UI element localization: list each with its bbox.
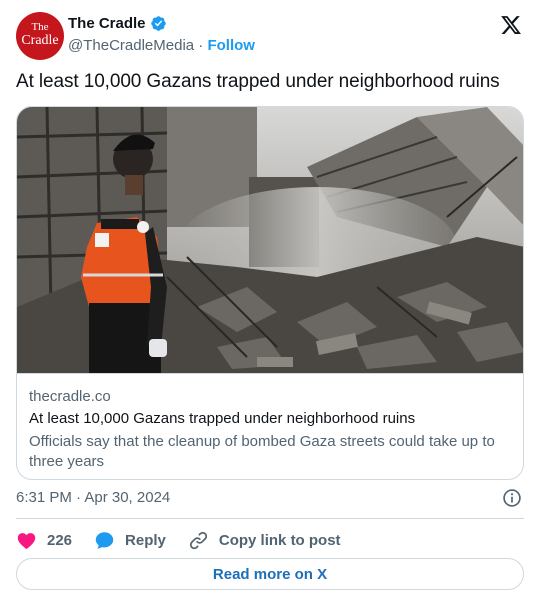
link-preview-card[interactable]: thecradle.co At least 10,000 Gazans trap… — [16, 106, 524, 480]
post-text: At least 10,000 Gazans trapped under nei… — [16, 71, 500, 92]
heart-icon — [17, 532, 36, 549]
follow-button[interactable]: Follow — [207, 37, 255, 54]
like-count: 226 — [47, 531, 73, 549]
info-icon[interactable] — [502, 488, 522, 508]
post-timestamp[interactable]: 6:31 PM · Apr 30, 2024 — [16, 489, 170, 506]
embedded-post: The Cradle The Cradle @TheCradleMedia · … — [0, 0, 540, 606]
reply-bubble-icon — [95, 531, 114, 549]
name-row: The Cradle — [68, 15, 167, 32]
copy-link-label: Copy link to post — [218, 531, 341, 549]
link-preview-meta: thecradle.co At least 10,000 Gazans trap… — [17, 373, 523, 479]
link-title: At least 10,000 Gazans trapped under nei… — [29, 410, 416, 427]
verified-badge-icon — [150, 16, 166, 31]
display-name[interactable]: The Cradle — [68, 15, 146, 32]
link-description: Officials say that the cleanup of bombed… — [29, 433, 495, 470]
avatar-text-line2: Cradle — [21, 33, 59, 48]
divider — [16, 518, 524, 519]
x-logo-icon[interactable] — [500, 14, 522, 36]
action-bar: 226 Reply Copy link to post — [16, 528, 363, 552]
rubble-photo-icon — [17, 107, 523, 373]
reply-button[interactable]: Reply — [94, 530, 166, 551]
avatar[interactable]: The Cradle — [16, 12, 64, 60]
separator: · — [198, 37, 204, 54]
like-button[interactable]: 226 — [16, 530, 72, 551]
link-domain: thecradle.co — [29, 388, 111, 405]
reply-label: Reply — [125, 531, 166, 549]
read-more-button[interactable]: Read more on X — [16, 558, 524, 590]
link-chain-icon — [189, 531, 207, 549]
handle-row: @TheCradleMedia · Follow — [68, 37, 255, 54]
copy-link-button[interactable]: Copy link to post — [188, 530, 341, 551]
handle[interactable]: @TheCradleMedia — [68, 37, 194, 54]
